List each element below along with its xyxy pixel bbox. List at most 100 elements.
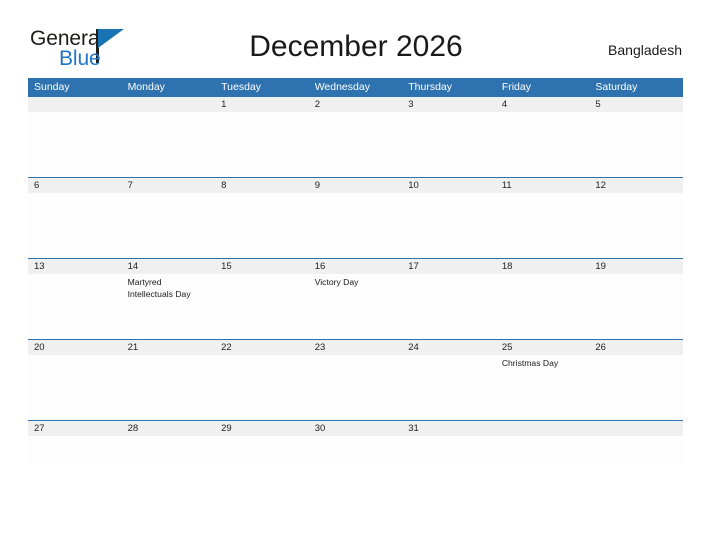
calendar-week-row: 6 7 8 9 10 11 12 [28, 177, 683, 258]
date-number[interactable]: 1 [215, 97, 309, 112]
date-number[interactable]: 6 [28, 178, 122, 193]
date-number[interactable]: 28 [122, 421, 216, 436]
date-number[interactable]: 17 [402, 259, 496, 274]
day-cell[interactable] [589, 112, 683, 177]
day-cell[interactable] [215, 274, 309, 339]
date-number[interactable]: 18 [496, 259, 590, 274]
date-number[interactable]: 22 [215, 340, 309, 355]
day-cell[interactable] [28, 355, 122, 420]
date-number[interactable]: 13 [28, 259, 122, 274]
date-number[interactable]: 31 [402, 421, 496, 436]
day-cell[interactable] [122, 355, 216, 420]
date-number[interactable]: 9 [309, 178, 403, 193]
date-number[interactable]: 21 [122, 340, 216, 355]
date-number[interactable]: 27 [28, 421, 122, 436]
page-title: December 2026 [249, 30, 463, 63]
date-number[interactable] [589, 421, 683, 436]
day-cell[interactable] [402, 436, 496, 462]
day-cell[interactable] [28, 436, 122, 462]
date-number[interactable]: 24 [402, 340, 496, 355]
date-number[interactable]: 25 [496, 340, 590, 355]
date-number[interactable] [28, 97, 122, 112]
date-number[interactable]: 19 [589, 259, 683, 274]
week-event-cells [28, 193, 683, 258]
date-number[interactable]: 3 [402, 97, 496, 112]
day-cell[interactable] [215, 193, 309, 258]
day-header-saturday: Saturday [595, 81, 638, 93]
date-number[interactable]: 5 [589, 97, 683, 112]
day-cell[interactable] [496, 112, 590, 177]
date-number[interactable]: 26 [589, 340, 683, 355]
date-number[interactable]: 20 [28, 340, 122, 355]
day-cell[interactable] [496, 436, 590, 462]
day-cell[interactable]: Christmas Day [496, 355, 590, 420]
day-cell[interactable] [28, 193, 122, 258]
day-cell[interactable] [589, 193, 683, 258]
week-event-cells: Christmas Day [28, 355, 683, 420]
day-cell[interactable] [309, 193, 403, 258]
page-header: General Blue December 2026 Bangladesh [0, 0, 712, 78]
date-number[interactable]: 7 [122, 178, 216, 193]
date-number[interactable]: 2 [309, 97, 403, 112]
day-header-friday: Friday [501, 81, 531, 93]
week-date-numbers: 6 7 8 9 10 11 12 [28, 178, 683, 193]
day-cell[interactable] [122, 436, 216, 462]
week-event-cells: Martyred Intellectuals Day Victory Day [28, 274, 683, 339]
calendar-week-row: 20 21 22 23 24 25 26 Christmas Day [28, 339, 683, 420]
day-cell[interactable] [215, 112, 309, 177]
day-cell[interactable] [402, 274, 496, 339]
day-cell[interactable] [122, 112, 216, 177]
day-header-wednesday: Wednesday [314, 81, 370, 93]
week-event-cells [28, 112, 683, 177]
calendar-week-row: 27 28 29 30 31 [28, 420, 683, 462]
date-number[interactable]: 30 [309, 421, 403, 436]
day-cell[interactable] [28, 274, 122, 339]
day-cell[interactable] [589, 436, 683, 462]
day-cell[interactable]: Victory Day [309, 274, 403, 339]
date-number[interactable]: 15 [215, 259, 309, 274]
day-cell[interactable] [402, 112, 496, 177]
week-date-numbers: 13 14 15 16 17 18 19 [28, 259, 683, 274]
day-cell[interactable] [496, 274, 590, 339]
day-cell[interactable] [309, 112, 403, 177]
date-number[interactable]: 8 [215, 178, 309, 193]
week-date-numbers: 20 21 22 23 24 25 26 [28, 340, 683, 355]
date-number[interactable]: 16 [309, 259, 403, 274]
date-number[interactable] [496, 421, 590, 436]
date-number[interactable]: 29 [215, 421, 309, 436]
day-header-sunday: Sunday [34, 81, 70, 93]
event-label: Martyred Intellectuals Day [127, 277, 191, 299]
date-number[interactable]: 23 [309, 340, 403, 355]
date-number[interactable] [122, 97, 216, 112]
date-number[interactable]: 4 [496, 97, 590, 112]
day-header-monday: Monday [127, 81, 165, 93]
day-cell[interactable] [215, 436, 309, 462]
day-cell[interactable] [589, 274, 683, 339]
day-cell[interactable] [309, 436, 403, 462]
week-event-cells [28, 436, 683, 462]
day-cell[interactable] [215, 355, 309, 420]
calendar-grid: Sunday Monday Tuesday Wednesday Thursday… [28, 78, 683, 462]
day-cell[interactable] [496, 193, 590, 258]
day-cell[interactable] [309, 355, 403, 420]
day-cell[interactable] [402, 355, 496, 420]
event-label: Christmas Day [501, 358, 559, 368]
day-cell[interactable]: Martyred Intellectuals Day [122, 274, 216, 339]
calendar-week-row: 1 2 3 4 5 [28, 96, 683, 177]
calendar-page: General Blue December 2026 Bangladesh Su… [0, 0, 712, 550]
day-cell[interactable] [402, 193, 496, 258]
day-cell[interactable] [122, 193, 216, 258]
day-of-week-header-row: Sunday Monday Tuesday Wednesday Thursday… [28, 78, 683, 96]
day-header-thursday: Thursday [408, 81, 453, 93]
date-number[interactable]: 11 [496, 178, 590, 193]
day-header-tuesday: Tuesday [221, 81, 262, 93]
event-label: Victory Day [314, 277, 359, 287]
date-number[interactable]: 10 [402, 178, 496, 193]
day-cell[interactable] [28, 112, 122, 177]
week-date-numbers: 1 2 3 4 5 [28, 97, 683, 112]
week-date-numbers: 27 28 29 30 31 [28, 421, 683, 436]
day-cell[interactable] [589, 355, 683, 420]
date-number[interactable]: 12 [589, 178, 683, 193]
calendar-week-row: 13 14 15 16 17 18 19 Martyred Intellectu… [28, 258, 683, 339]
date-number[interactable]: 14 [122, 259, 216, 274]
